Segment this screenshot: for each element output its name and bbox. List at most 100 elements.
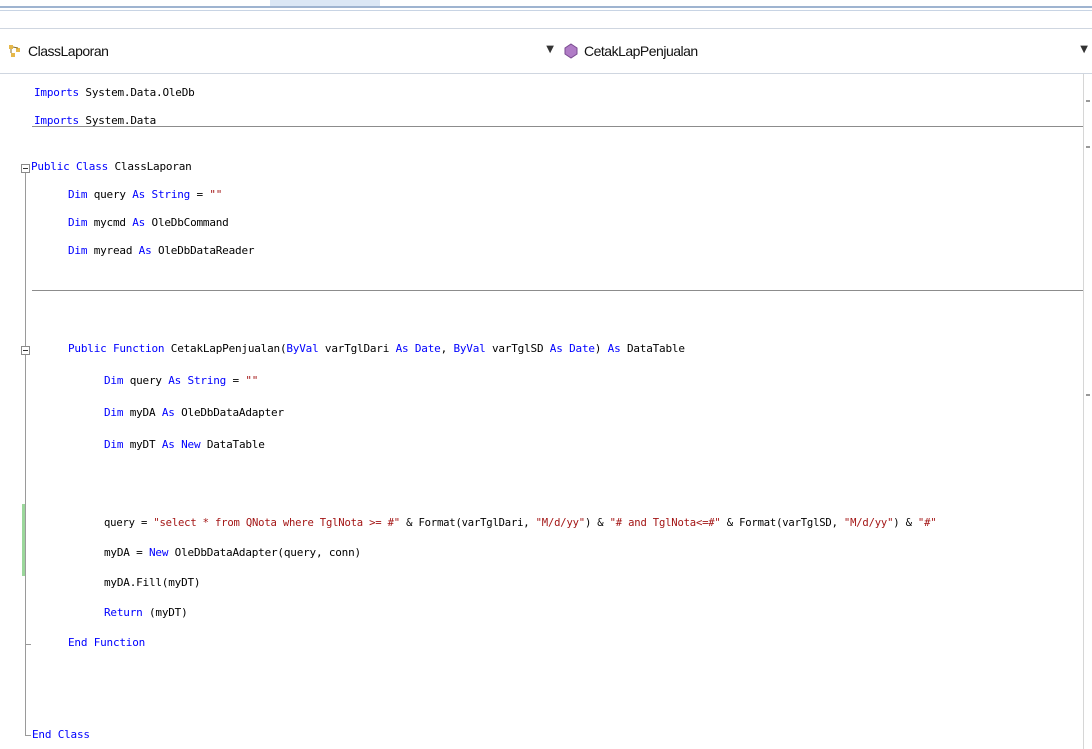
keyword-return: Return — [104, 606, 143, 619]
expression-text: OleDbDataAdapter(query, conn) — [168, 546, 361, 559]
comma-text: , — [440, 342, 454, 355]
keyword-dim: Dim — [68, 216, 88, 229]
type-date: Date — [414, 342, 441, 355]
code-line-2: Imports System.Data — [34, 108, 156, 134]
variable-text: query — [123, 374, 169, 387]
expression-text: & Format(varTglDari, — [399, 516, 536, 529]
param-text: varTglDari — [318, 342, 396, 355]
function-outline-end — [25, 644, 31, 645]
keyword-dim: Dim — [104, 374, 124, 387]
operator-text: = — [226, 374, 246, 387]
operator-text: = — [190, 188, 210, 201]
string-literal: "# and TglNota<=#" — [609, 516, 721, 529]
type-string: String — [187, 374, 227, 387]
keyword-as: As — [161, 438, 175, 451]
string-literal: "M/d/yy" — [843, 516, 894, 529]
code-line-16: End Class — [32, 722, 90, 748]
type-text: OleDbCommand — [145, 216, 229, 229]
keyword-dim: Dim — [104, 406, 124, 419]
class-name-text: ClassLaporan — [108, 160, 192, 173]
changed-lines-indicator — [22, 504, 25, 576]
paren-text: ) — [594, 342, 608, 355]
keyword-byval: ByVal — [453, 342, 486, 355]
function-name-text: CetakLapPenjualan( — [164, 342, 287, 355]
imports-separator — [32, 126, 1084, 127]
code-editor[interactable]: Imports System.Data.OleDb Imports System… — [0, 74, 1092, 749]
vertical-scrollbar[interactable] — [1083, 74, 1092, 749]
function-outline-line — [25, 350, 26, 645]
keyword-as: As — [132, 188, 146, 201]
statement-text: myDA.Fill(myDT) — [104, 576, 201, 589]
expression-text: ) & — [893, 516, 918, 529]
tab-strip-border-inner — [0, 10, 1092, 11]
type-date: Date — [569, 342, 595, 355]
variable-text: myDA — [123, 406, 162, 419]
keyword-end-class: End Class — [32, 728, 90, 741]
expression-text: & Format(varTglSD, — [720, 516, 844, 529]
member-dropdown[interactable]: CetakLapPenjualan ▼ — [562, 37, 1092, 65]
member-dropdown-value: CetakLapPenjualan — [584, 43, 698, 59]
scroll-marker — [1086, 100, 1090, 102]
code-line-4: Dim query As String = "" — [68, 182, 222, 208]
keyword-as: As — [138, 244, 152, 257]
type-string: String — [151, 188, 191, 201]
code-line-11: query = "select * from QNota where TglNo… — [104, 510, 937, 536]
keyword-dim: Dim — [68, 244, 88, 257]
declarations-separator — [32, 290, 1084, 291]
string-literal: "#" — [917, 516, 937, 529]
code-line-5: Dim mycmd As OleDbCommand — [68, 210, 229, 236]
code-line-6: Dim myread As OleDbDataReader — [68, 238, 254, 264]
keyword-as: As — [549, 342, 563, 355]
code-line-13: myDA.Fill(myDT) — [104, 570, 201, 596]
keyword-new: New — [148, 546, 169, 559]
type-text: OleDbDataReader — [151, 244, 255, 257]
collapse-function-icon[interactable] — [21, 346, 30, 355]
keyword-imports: Imports — [34, 114, 79, 127]
keyword-end-function: End Function — [68, 636, 146, 649]
string-literal: "" — [209, 188, 223, 201]
scroll-marker — [1086, 146, 1090, 148]
namespace-text: System.Data.OleDb — [78, 86, 195, 99]
param-text: varTglSD — [485, 342, 550, 355]
code-navigation-bar: ClassLaporan ▼ CetakLapPenjualan ▼ — [0, 28, 1092, 74]
type-text: DataTable — [200, 438, 265, 451]
keyword-new: New — [181, 438, 201, 451]
expression-text: (myDT) — [142, 606, 188, 619]
code-line-7: Public Function CetakLapPenjualan(ByVal … — [68, 336, 685, 362]
document-tab-strip — [0, 0, 1092, 28]
keyword-as: As — [395, 342, 409, 355]
class-dropdown[interactable]: ClassLaporan ▼ — [6, 37, 554, 65]
active-tab-highlight[interactable] — [270, 0, 380, 6]
code-line-1: Imports System.Data.OleDb — [34, 80, 195, 106]
code-line-8: Dim query As String = "" — [104, 368, 258, 394]
keyword-as: As — [132, 216, 146, 229]
string-literal: "M/d/yy" — [535, 516, 586, 529]
keyword-as: As — [168, 374, 182, 387]
code-line-10: Dim myDT As New DataTable — [104, 432, 265, 458]
class-outline-end — [25, 735, 31, 736]
tab-strip-border — [0, 6, 1092, 8]
variable-text: query — [87, 188, 133, 201]
namespace-text: System.Data — [78, 114, 157, 127]
return-type-text: DataTable — [620, 342, 685, 355]
code-line-9: Dim myDA As OleDbDataAdapter — [104, 400, 284, 426]
code-line-12: myDA = New OleDbDataAdapter(query, conn) — [104, 540, 361, 566]
type-text: OleDbDataAdapter — [174, 406, 284, 419]
keyword-public-class: Public Class — [31, 160, 109, 173]
expression-text: ) & — [584, 516, 610, 529]
keyword-dim: Dim — [68, 188, 88, 201]
keyword-byval: ByVal — [286, 342, 319, 355]
chevron-down-icon[interactable]: ▼ — [546, 44, 554, 55]
variable-text: mycmd — [87, 216, 133, 229]
method-icon — [562, 42, 580, 60]
code-line-14: Return (myDT) — [104, 600, 188, 626]
variable-text: myread — [87, 244, 139, 257]
string-literal: "" — [245, 374, 259, 387]
collapse-class-icon[interactable] — [21, 164, 30, 173]
keyword-as: As — [161, 406, 175, 419]
keyword-imports: Imports — [34, 86, 79, 99]
keyword-public-function: Public Function — [68, 342, 165, 355]
scroll-marker — [1086, 394, 1090, 396]
chevron-down-icon[interactable]: ▼ — [1080, 44, 1088, 55]
assignment-text: query = — [104, 516, 154, 529]
